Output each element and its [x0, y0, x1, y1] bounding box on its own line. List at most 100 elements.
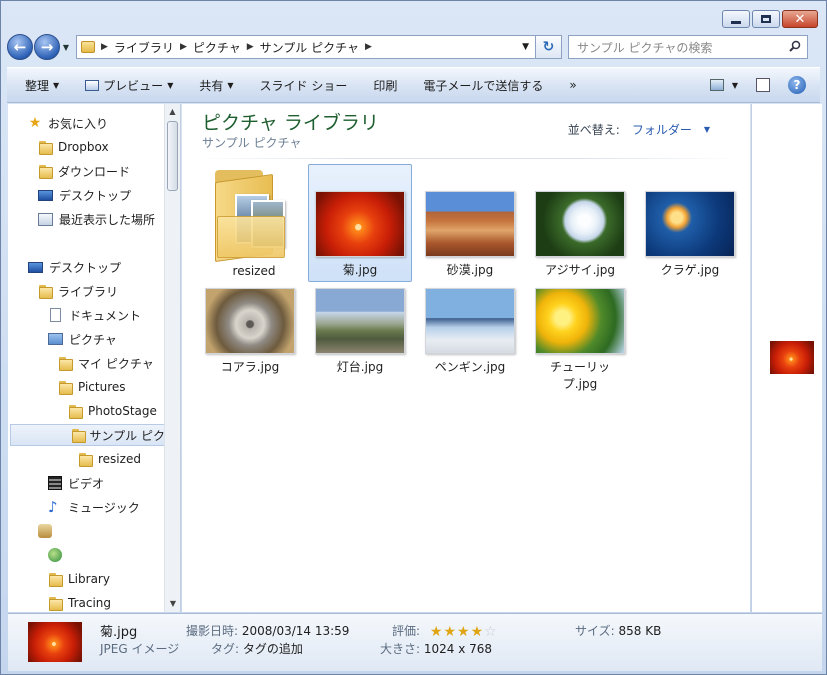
breadcrumb-libraries[interactable]: ライブラリ	[114, 39, 174, 56]
change-view-button[interactable]: ▼	[709, 79, 738, 91]
preview-button[interactable]: プレビュー ▼	[85, 77, 173, 94]
nav-label: Pictures	[78, 380, 126, 394]
image-thumbnail	[535, 288, 625, 354]
breadcrumb-separator-icon[interactable]: ▶	[180, 42, 187, 52]
back-button[interactable]: ←	[7, 34, 33, 60]
nav-item-resized[interactable]: resized	[78, 448, 141, 470]
folder-icon	[78, 452, 93, 467]
file-item-lighthouse[interactable]: 灯台.jpg	[308, 288, 412, 376]
file-item-desert[interactable]: 砂漠.jpg	[418, 164, 522, 279]
nav-item-music[interactable]: ♪ ミュージック	[48, 496, 140, 518]
nav-item-pictures[interactable]: ピクチャ	[48, 328, 117, 350]
nav-item-documents[interactable]: ドキュメント	[48, 304, 141, 326]
document-icon	[50, 308, 61, 322]
forward-button[interactable]: →	[34, 34, 60, 60]
nav-label: 最近表示した場所	[59, 212, 156, 227]
nav-item-recent[interactable]: 最近表示した場所	[38, 208, 155, 230]
preview-image	[770, 341, 814, 374]
breadcrumb-sample-pictures[interactable]: サンプル ピクチャ	[260, 39, 359, 56]
nav-item-user[interactable]	[38, 520, 52, 542]
file-label: クラゲ.jpg	[660, 263, 720, 277]
nav-item-dropbox[interactable]: Dropbox	[38, 136, 109, 158]
refresh-button[interactable]: ↻	[536, 35, 562, 59]
nav-item-desktop-fav[interactable]: デスクトップ	[38, 184, 131, 206]
rating-stars[interactable]: ★ ★ ★ ★ ☆	[430, 625, 497, 639]
image-thumbnail	[535, 191, 625, 257]
breadcrumb-separator-icon[interactable]: ▶	[101, 42, 108, 52]
file-label: アジサイ.jpg	[545, 263, 615, 277]
nav-item-libraries[interactable]: ライブラリ	[38, 280, 118, 302]
nav-item-photostage[interactable]: PhotoStage	[68, 400, 157, 422]
minimize-button[interactable]	[722, 10, 750, 28]
file-item-tulips[interactable]: チューリップ.jpg	[528, 288, 632, 393]
sort-dropdown[interactable]: フォルダー	[632, 121, 692, 138]
nav-item-sample-pictures[interactable]: サンプル ピク	[10, 424, 166, 446]
search-input[interactable]: サンプル ピクチャの検索	[568, 35, 808, 59]
nav-item-tracing[interactable]: Tracing	[48, 592, 111, 612]
nav-item-favorites[interactable]: ★ お気に入り	[28, 112, 108, 134]
chevron-down-icon[interactable]: ▼	[704, 125, 710, 134]
nav-item-desktop[interactable]: デスクトップ	[28, 256, 121, 278]
image-thumbnail	[425, 191, 515, 257]
maximize-button[interactable]	[752, 10, 780, 28]
preview-pane-toggle-icon[interactable]	[756, 78, 770, 92]
recent-pages-dropdown[interactable]: ▼	[60, 43, 72, 52]
folder-icon	[38, 140, 53, 155]
tags-value[interactable]: タグの追加	[243, 642, 303, 656]
sort-label: 並べ替え:	[567, 123, 620, 137]
close-button[interactable]: ✕	[782, 10, 818, 28]
explorer-window: ✕ ← → ▼ ▶ ライブラリ ▶ ピクチャ ▶ サンプル ピクチャ ▶ ▼ ↻…	[0, 0, 827, 675]
star-icon: ★	[28, 115, 42, 131]
nav-label: Tracing	[68, 596, 112, 610]
recent-places-icon	[38, 212, 53, 226]
file-item-penguins[interactable]: ペンギン.jpg	[418, 288, 522, 376]
star-icon[interactable]: ★	[471, 625, 484, 639]
nav-item-downloads[interactable]: ダウンロード	[38, 160, 130, 182]
breadcrumb-separator-icon[interactable]: ▶	[365, 42, 372, 52]
share-button[interactable]: 共有 ▼	[199, 77, 233, 94]
image-thumbnail	[315, 191, 405, 257]
breadcrumb-pictures[interactable]: ピクチャ	[193, 39, 241, 56]
scroll-thumb[interactable]	[167, 121, 178, 191]
slideshow-button[interactable]: スライド ショー	[260, 77, 348, 94]
details-dimensions: 大きさ: 1024 x 768	[380, 640, 492, 657]
email-label: 電子メールで送信する	[423, 78, 544, 93]
folder-icon	[48, 596, 63, 611]
file-item-chrysanthemum[interactable]: 菊.jpg	[308, 164, 412, 282]
star-icon[interactable]: ☆	[484, 625, 497, 639]
preview-label: プレビュー	[103, 78, 164, 93]
nav-label: resized	[98, 452, 141, 466]
more-commands-button[interactable]: »	[569, 78, 576, 92]
nav-item-my-pictures[interactable]: マイ ピクチャ	[58, 352, 154, 374]
scroll-up-icon[interactable]: ▲	[165, 104, 180, 120]
star-icon[interactable]: ★	[457, 625, 470, 639]
nav-item-pictures-en[interactable]: Pictures	[58, 376, 126, 398]
address-dropdown-icon[interactable]: ▼	[522, 42, 529, 52]
file-item-jellyfish[interactable]: クラゲ.jpg	[638, 164, 742, 279]
search-icon[interactable]	[789, 40, 801, 52]
file-label: resized	[232, 264, 276, 278]
breadcrumb-separator-icon[interactable]: ▶	[247, 42, 254, 52]
video-icon	[48, 476, 62, 490]
file-item-resized[interactable]: resized	[202, 164, 306, 280]
nav-item-network[interactable]	[48, 544, 62, 566]
nav-item-videos[interactable]: ビデオ	[48, 472, 104, 494]
forward-arrow-icon: →	[40, 38, 54, 56]
divider	[194, 158, 738, 159]
details-thumbnail	[28, 622, 82, 662]
nav-scrollbar[interactable]: ▲ ▼	[164, 104, 180, 612]
file-item-koala[interactable]: コアラ.jpg	[198, 288, 302, 376]
date-value[interactable]: 2008/03/14 13:59	[242, 624, 350, 638]
organize-button[interactable]: 整理 ▼	[25, 77, 59, 94]
print-button[interactable]: 印刷	[373, 77, 397, 94]
details-filename: 菊.jpg	[100, 625, 138, 640]
scroll-down-icon[interactable]: ▼	[165, 596, 180, 612]
folder-icon	[81, 41, 95, 53]
nav-item-library[interactable]: Library	[48, 568, 110, 590]
address-bar[interactable]: ▶ ライブラリ ▶ ピクチャ ▶ サンプル ピクチャ ▶ ▼	[76, 35, 536, 59]
star-icon[interactable]: ★	[443, 625, 456, 639]
help-button[interactable]: ?	[788, 76, 806, 94]
file-item-hydrangeas[interactable]: アジサイ.jpg	[528, 164, 632, 279]
email-button[interactable]: 電子メールで送信する	[423, 77, 543, 94]
star-icon[interactable]: ★	[430, 625, 443, 639]
